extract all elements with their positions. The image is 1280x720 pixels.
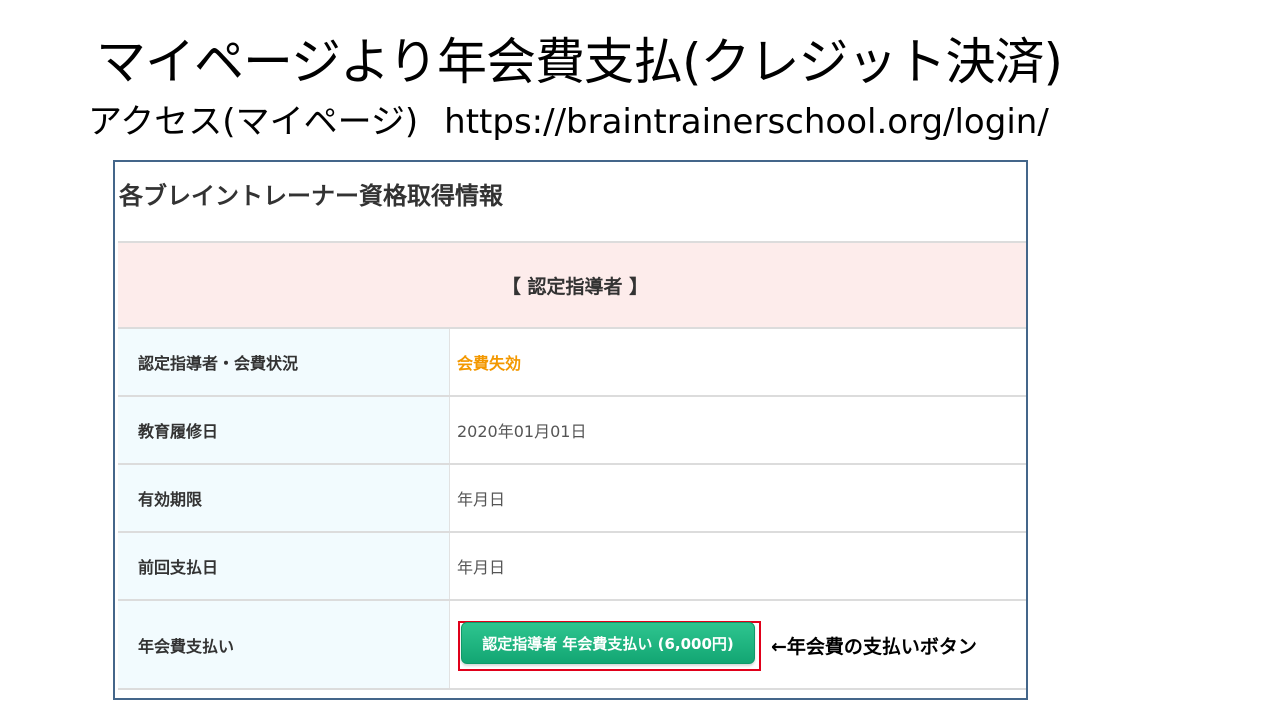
panel-heading: 各ブレイントレーナー資格取得情報 [119, 182, 503, 210]
table-row-course-date: 教育履修日 2020年01月01日 [118, 397, 1026, 465]
table-row-expiry: 有効期限 年月日 [118, 465, 1026, 533]
row-value: 2020年01月01日 [457, 422, 587, 441]
row-label: 認定指導者・会費状況 [118, 329, 450, 395]
login-url: https://braintrainerschool.org/login/ [444, 102, 1049, 142]
row-value: 年月日 [457, 490, 506, 509]
table-row-fee-status: 認定指導者・会費状況 会費失効 [118, 329, 1026, 397]
row-label: 有効期限 [118, 465, 450, 531]
row-label: 教育履修日 [118, 397, 450, 463]
row-label: 年会費支払い [118, 601, 450, 688]
subtitle-prefix: アクセス(マイページ) [88, 102, 419, 142]
pay-button-annotation: ←年会費の支払いボタン [771, 636, 977, 658]
certification-header: 【 認定指導者 】 [118, 243, 1026, 329]
fee-status-badge: 会費失効 [457, 354, 522, 373]
row-value: 年月日 [457, 558, 506, 577]
certification-panel: 各ブレイントレーナー資格取得情報 【 認定指導者 】 認定指導者・会費状況 会費… [113, 160, 1028, 700]
table-row-last-payment: 前回支払日 年月日 [118, 533, 1026, 601]
annual-fee-pay-button[interactable]: 認定指導者 年会費支払い (6,000円) [461, 622, 755, 664]
certification-table: 【 認定指導者 】 認定指導者・会費状況 会費失効 教育履修日 2020年01月… [118, 241, 1026, 690]
row-label: 前回支払日 [118, 533, 450, 599]
slide-subtitle: アクセス(マイページ) https://braintrainerschool.or… [88, 96, 1049, 148]
slide-title: マイページより年会費支払(クレジット決済) [96, 33, 1063, 91]
